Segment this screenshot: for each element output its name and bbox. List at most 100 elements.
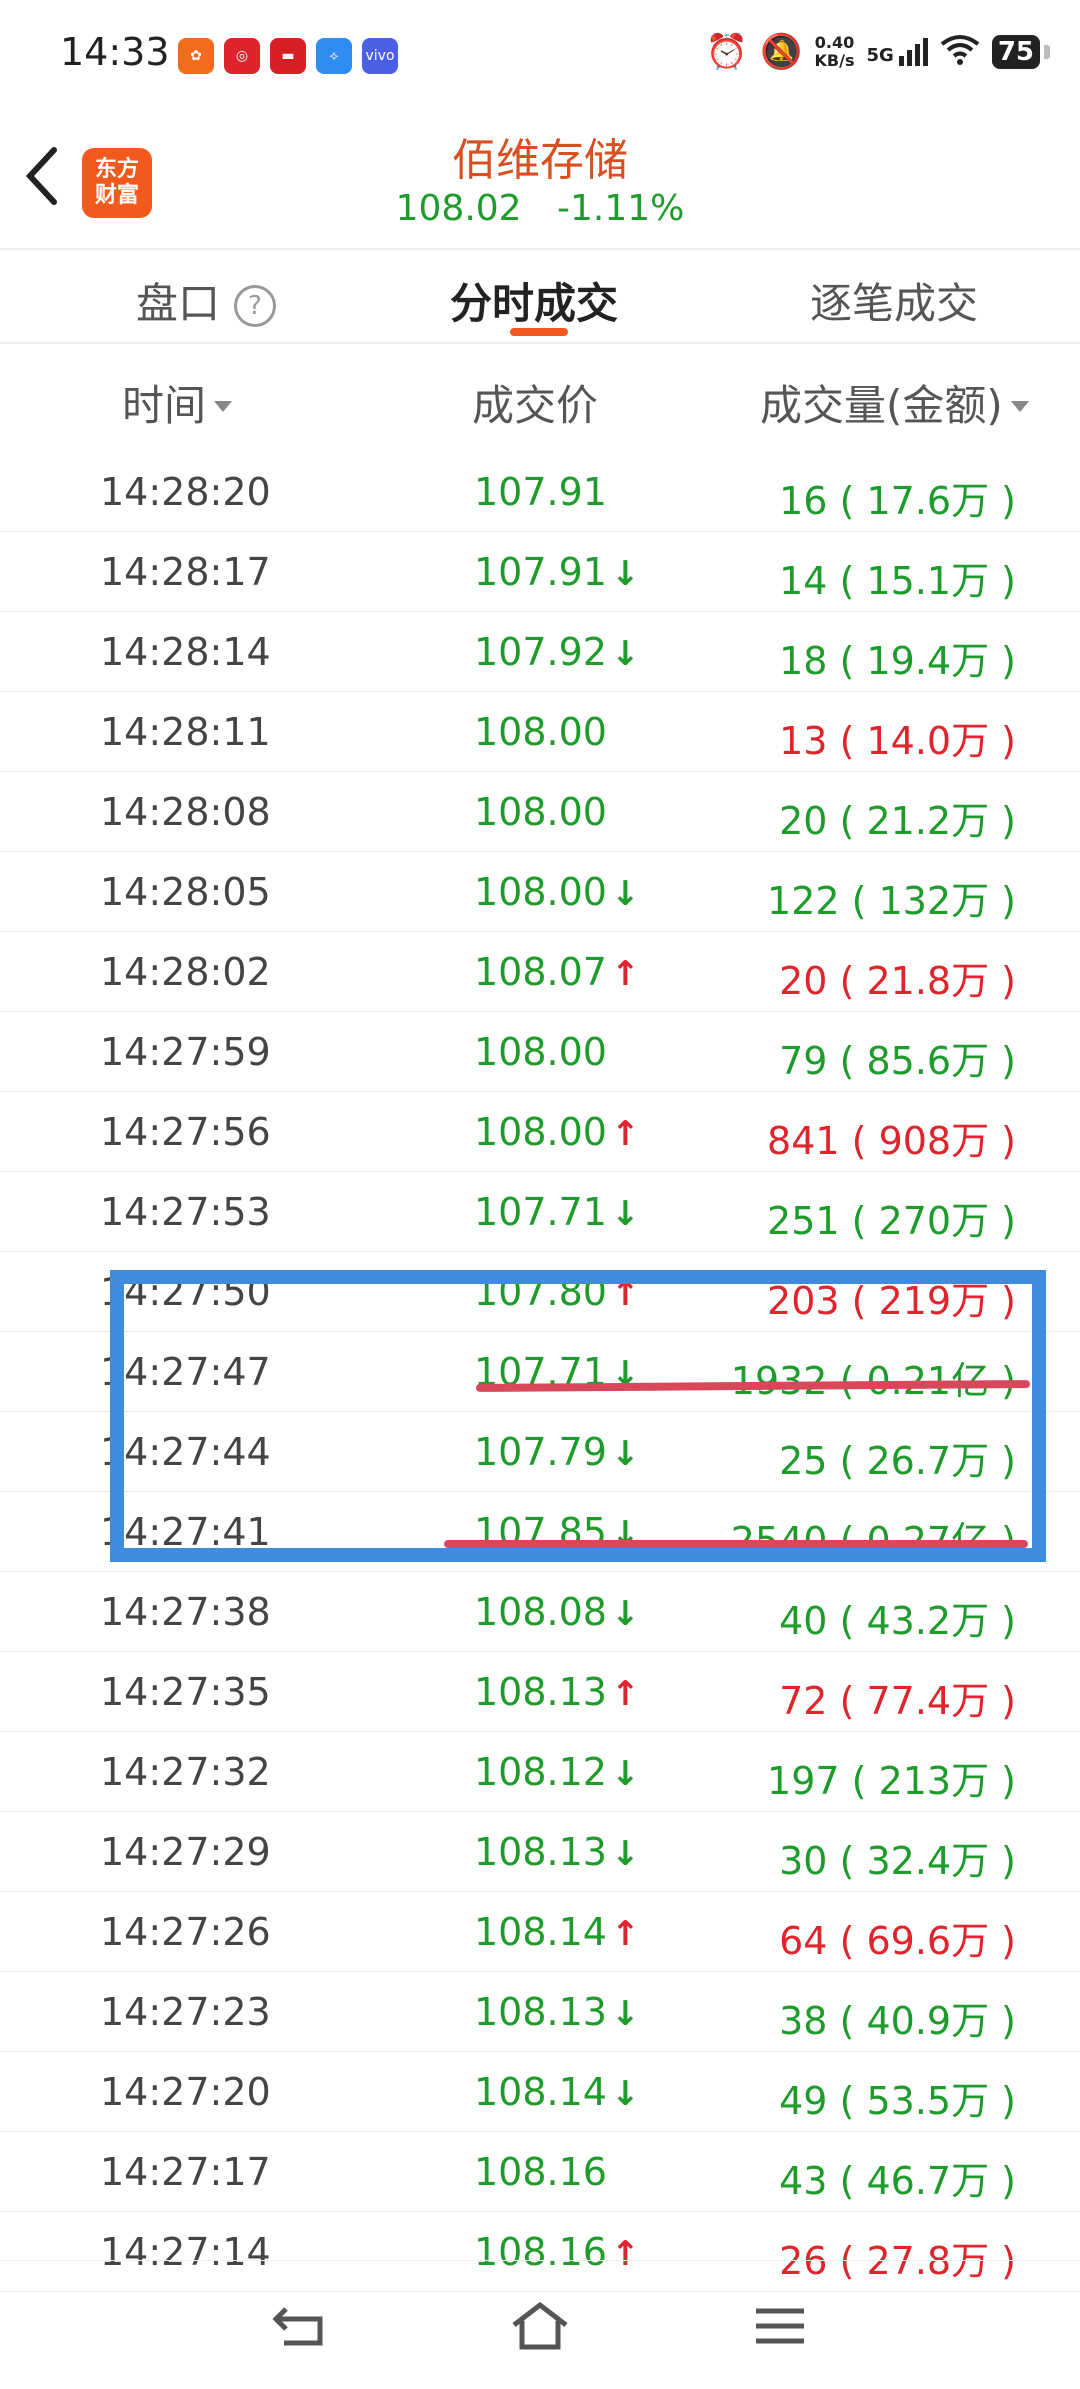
trade-volume: 122 ( 132万 ) [767, 879, 1016, 923]
trade-volume-value: 18 [779, 639, 828, 683]
tab-tick-trades[interactable]: 逐笔成交 [810, 270, 978, 331]
trade-amount: 40.9万 [866, 1999, 990, 2043]
column-price: 成交价 [472, 381, 599, 430]
trade-volume-value: 20 [779, 799, 828, 843]
trade-time: 14:27:35 [100, 1670, 271, 1714]
trade-price: 108.07 ↑ [474, 950, 639, 994]
stock-price: 108.02 [395, 188, 522, 229]
table-row: 14:27:56 108.00 ↑ 841 ( 908万 ) [0, 1092, 1080, 1172]
back-nav-icon[interactable] [270, 2301, 330, 2351]
trade-amount: 15.1万 [866, 559, 990, 603]
table-row: 14:27:32 108.12 ↓ 197 ( 213万 ) [0, 1732, 1080, 1812]
trade-volume-value: 20 [779, 959, 828, 1003]
table-row: 14:28:14 107.92 ↓ 18 ( 19.4万 ) [0, 612, 1080, 692]
table-row: 14:27:59 108.00 79 ( 85.6万 ) [0, 1012, 1080, 1092]
trade-volume-value: 72 [779, 1679, 828, 1723]
trade-volume: 13 ( 14.0万 ) [779, 719, 1016, 763]
help-icon[interactable]: ? [234, 285, 277, 327]
tab-timeshare-trades[interactable]: 分时成交 [450, 270, 618, 331]
trade-volume-value: 64 [779, 1919, 828, 1963]
trade-volume: 20 ( 21.2万 ) [779, 799, 1016, 843]
arrow-down-icon: ↓ [610, 634, 640, 674]
status-time: 14:33 [60, 30, 170, 74]
trade-volume-value: 40 [779, 1599, 828, 1643]
trade-time: 14:27:20 [100, 2070, 271, 2114]
trade-price-value: 108.13 [474, 1830, 607, 1874]
column-volume[interactable]: 成交量(金额) [760, 372, 1029, 433]
signal-label: 5G [866, 45, 894, 66]
table-row: 14:27:38 108.08 ↓ 40 ( 43.2万 ) [0, 1572, 1080, 1652]
status-indicators: ⏰ 🔕 0.40 KB/s 5G 75 [705, 32, 1051, 72]
trade-price: 107.71 ↓ [474, 1190, 639, 1234]
trade-volume-value: 122 [767, 879, 840, 923]
trade-volume: 14 ( 15.1万 ) [779, 559, 1016, 603]
trade-amount: 21.8万 [866, 959, 990, 1003]
trade-amount: 53.5万 [866, 2079, 990, 2123]
table-row: 14:27:29 108.13 ↓ 30 ( 32.4万 ) [0, 1812, 1080, 1892]
trade-time: 14:27:59 [100, 1030, 271, 1074]
trade-volume-value: 49 [779, 2079, 828, 2123]
table-row: 14:27:20 108.14 ↓ 49 ( 53.5万 ) [0, 2052, 1080, 2132]
stock-quote: 108.02 -1.11% [0, 188, 1080, 229]
trade-price-value: 108.07 [474, 950, 607, 994]
arrow-down-icon: ↓ [610, 1834, 640, 1874]
stock-name: 佰维存储 [452, 135, 628, 186]
arrow-up-icon: ↑ [610, 954, 640, 994]
trade-amount: 14.0万 [866, 719, 990, 763]
arrow-down-icon: ↓ [610, 874, 640, 914]
column-time[interactable]: 时间 [122, 372, 233, 433]
arrow-up-icon: ↑ [610, 1114, 640, 1154]
trade-time: 14:27:38 [100, 1590, 271, 1634]
trade-amount: 19.4万 [866, 639, 990, 683]
arrow-down-icon: ↓ [610, 2074, 640, 2114]
vivo-icon: vivo [362, 38, 398, 74]
trade-volume-value: 197 [767, 1759, 840, 1803]
table-row: 14:28:08 108.00 20 ( 21.2万 ) [0, 772, 1080, 852]
trade-amount: 77.4万 [866, 1679, 990, 1723]
trade-time: 14:27:23 [100, 1990, 271, 2034]
alarm-icon: ⏰ [705, 32, 749, 72]
trade-volume: 49 ( 53.5万 ) [779, 2079, 1016, 2123]
signal-bars-icon [898, 38, 928, 66]
trade-price: 108.16 [474, 2150, 607, 2194]
trade-time: 14:28:11 [100, 710, 271, 754]
battery-icon: 75 [991, 35, 1051, 69]
trade-amount: 85.6万 [866, 1039, 990, 1083]
trade-price: 107.91 ↓ [474, 550, 639, 594]
trade-amount: 69.6万 [866, 1919, 990, 1963]
trade-price-value: 108.13 [474, 1670, 607, 1714]
trade-volume: 18 ( 19.4万 ) [779, 639, 1016, 683]
menu-nav-icon[interactable] [750, 2301, 810, 2351]
trade-volume: 38 ( 40.9万 ) [779, 1999, 1016, 2043]
table-header: 时间 成交价 成交量(金额) [0, 342, 1080, 452]
trade-volume-value: 841 [767, 1119, 840, 1163]
trade-time: 14:27:56 [100, 1110, 271, 1154]
table-row: 14:28:05 108.00 ↓ 122 ( 132万 ) [0, 852, 1080, 932]
tab-order-book[interactable]: 盘口? [136, 270, 277, 331]
trade-price-value: 108.00 [474, 870, 607, 914]
trade-volume-value: 14 [779, 559, 828, 603]
trade-time: 14:28:14 [100, 630, 271, 674]
stock-change: -1.11% [557, 188, 685, 229]
home-nav-icon[interactable] [510, 2301, 570, 2351]
trade-amount: 213万 [878, 1759, 990, 1803]
trade-volume: 16 ( 17.6万 ) [779, 479, 1016, 523]
trade-volume: 20 ( 21.8万 ) [779, 959, 1016, 1003]
sort-caret-icon [1010, 401, 1029, 412]
trade-price-value: 108.14 [474, 1910, 607, 1954]
table-row: 14:27:35 108.13 ↑ 72 ( 77.4万 ) [0, 1652, 1080, 1732]
trade-volume: 64 ( 69.6万 ) [779, 1919, 1016, 1963]
trade-price: 108.12 ↓ [474, 1750, 639, 1794]
arrow-down-icon: ↓ [610, 1754, 640, 1794]
arrow-down-icon: ↓ [610, 554, 640, 594]
arrow-up-icon: ↑ [610, 1674, 640, 1714]
trade-price: 108.13 ↓ [474, 1990, 639, 2034]
trade-price-value: 108.16 [474, 2150, 607, 2194]
signal: 5G [867, 38, 928, 66]
trade-time: 14:28:20 [100, 470, 271, 514]
trade-volume: 251 ( 270万 ) [767, 1199, 1016, 1243]
trade-price-value: 107.91 [474, 550, 607, 594]
trade-amount: 270万 [878, 1199, 990, 1243]
table-row: 14:27:26 108.14 ↑ 64 ( 69.6万 ) [0, 1892, 1080, 1972]
trade-time: 14:27:32 [100, 1750, 271, 1794]
